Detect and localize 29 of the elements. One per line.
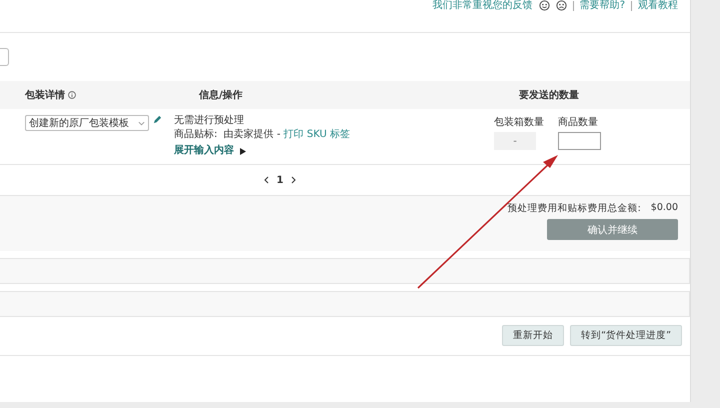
box-quantity-value: - — [494, 132, 536, 150]
prep-text: 无需进行预处理 — [174, 115, 245, 127]
box-quantity-label: 包装箱数量 — [494, 116, 544, 129]
column-header: 要发送的数量 — [519, 88, 579, 102]
info-icon[interactable] — [68, 91, 76, 99]
frown-icon[interactable] — [556, 0, 567, 11]
unit-quantity-label: 商品数量 — [558, 116, 599, 129]
help-link[interactable]: 需要帮助? — [580, 0, 625, 12]
column-header: 包装详情 — [25, 88, 65, 102]
pencil-icon[interactable] — [153, 115, 162, 124]
smile-icon[interactable] — [538, 0, 550, 11]
unit-quantity-field[interactable] — [558, 132, 601, 150]
expand-link[interactable]: 展开输入内容 — [174, 145, 234, 157]
chevron-down-icon — [138, 120, 145, 126]
action-button[interactable]: 转到“货件处理进度” — [570, 325, 682, 346]
total-fee-value: $0.00 — [650, 202, 678, 215]
confirm-button[interactable]: 确认并继续 — [547, 219, 678, 240]
packing-template-dropdown[interactable]: 创建新的原厂包装模板 — [25, 115, 149, 131]
chevron-left-icon[interactable] — [264, 176, 269, 184]
chevron-right-icon[interactable] — [291, 176, 296, 184]
page-number[interactable]: 1 — [276, 174, 284, 186]
tutorial-link[interactable]: 观看教程 — [638, 0, 678, 12]
column-header: 信息/操作 — [199, 88, 243, 102]
print-sku-label-link[interactable]: 打印 SKU 标签 — [284, 129, 350, 140]
triangle-right-icon — [240, 148, 246, 154]
labeling-text: 商品贴标: 由卖家提供 - 打印 SKU 标签 — [174, 129, 352, 141]
total-fee-label: 预处理费用和贴标费用总金额: — [508, 202, 641, 215]
action-button[interactable]: 重新开始 — [502, 325, 564, 346]
feedback-link[interactable]: 我们非常重视您的反馈 — [432, 0, 533, 12]
